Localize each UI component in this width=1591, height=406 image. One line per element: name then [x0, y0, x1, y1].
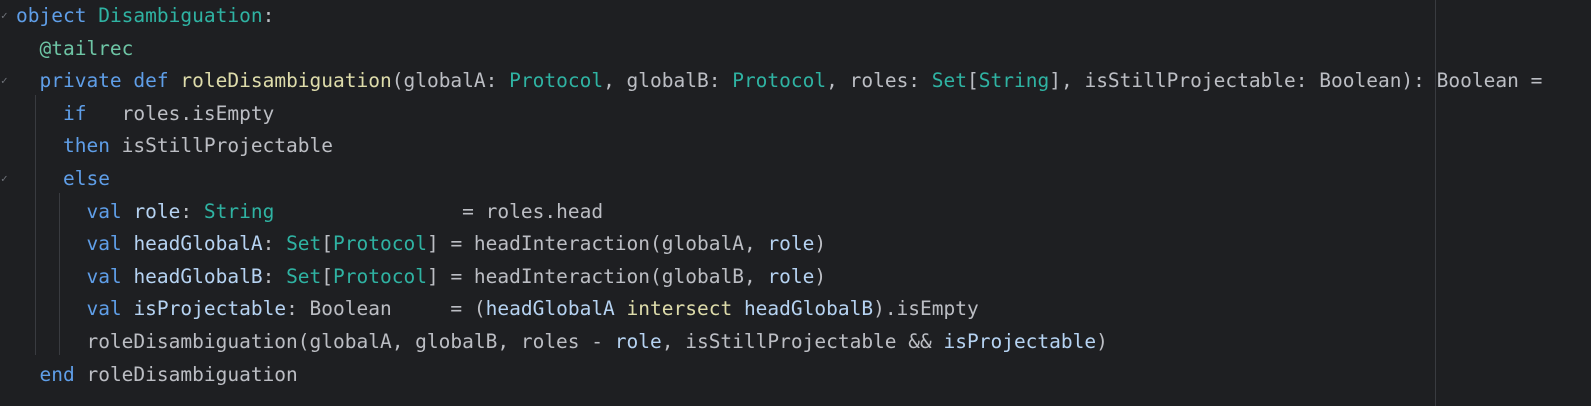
- code-line[interactable]: val isProjectable: Boolean = (headGlobal…: [16, 293, 1542, 326]
- code-token: = roles.head: [274, 199, 604, 223]
- code-token: [: [967, 69, 979, 93]
- code-token: if: [62, 101, 87, 125]
- code-token: Disambiguation: [98, 4, 263, 27]
- code-token: isProjectable: [943, 329, 1097, 353]
- code-line[interactable]: object Disambiguation:: [16, 0, 1542, 33]
- code-token: : Boolean = (: [286, 297, 486, 321]
- code-token: ): [814, 232, 827, 256]
- code-token: , isStillProjectable &&: [661, 329, 944, 353]
- code-token: :: [262, 264, 287, 288]
- code-token: @tailrec: [39, 36, 134, 60]
- code-token: def: [133, 69, 169, 93]
- code-token: Protocol: [509, 69, 604, 93]
- code-token: Protocol: [333, 232, 427, 256]
- code-token: end: [39, 362, 75, 386]
- code-line[interactable]: private def roleDisambiguation(globalA: …: [16, 65, 1542, 98]
- code-token: object: [16, 4, 87, 27]
- code-token: then: [62, 134, 110, 158]
- code-token: :: [262, 232, 287, 256]
- code-token: val: [86, 232, 122, 256]
- code-token: roleDisambiguation: [180, 69, 392, 93]
- code-token: (globalA:: [391, 69, 510, 93]
- code-token: intersect: [614, 297, 744, 321]
- code-line[interactable]: roleDisambiguation(globalA, globalB, rol…: [16, 326, 1542, 359]
- code-line[interactable]: then isStillProjectable: [16, 130, 1542, 163]
- fold-check-icon[interactable]: ✓: [1, 75, 11, 86]
- code-token: val: [86, 199, 122, 223]
- code-token: String: [203, 199, 275, 223]
- code-token: [: [321, 232, 334, 256]
- code-line[interactable]: if roles.isEmpty: [16, 98, 1542, 131]
- code-line[interactable]: val headGlobalB: Set[Protocol] = headInt…: [16, 261, 1542, 294]
- code-token: , roles:: [826, 69, 932, 93]
- code-line[interactable]: val role: String = roles.head: [16, 196, 1542, 229]
- code-token: else: [62, 166, 110, 190]
- code-token: ] = headInteraction(globalB,: [426, 264, 768, 288]
- code-area[interactable]: object Disambiguation: @tailrec private …: [16, 0, 1542, 391]
- code-token: isStillProjectable: [109, 134, 333, 158]
- code-editor[interactable]: ✓ ✓ ✓ object Disambiguation: @tailrec pr…: [0, 0, 1591, 406]
- code-token: Protocol: [732, 69, 827, 93]
- code-token: ): [814, 264, 827, 288]
- code-token: role: [614, 329, 662, 353]
- code-line[interactable]: @tailrec: [16, 33, 1542, 66]
- code-token: :: [262, 4, 275, 27]
- code-line[interactable]: else: [16, 163, 1542, 196]
- code-token: roles.isEmpty: [86, 101, 275, 125]
- code-token: , globalB:: [603, 69, 733, 93]
- code-token: :: [180, 199, 204, 223]
- code-token: [: [321, 264, 334, 288]
- code-token: ): [1096, 329, 1108, 353]
- code-token: Set: [931, 69, 968, 93]
- fold-check-icon[interactable]: ✓: [1, 173, 11, 184]
- fold-check-icon[interactable]: ✓: [1, 10, 11, 21]
- code-token: isProjectable: [133, 297, 287, 321]
- code-line[interactable]: end roleDisambiguation: [16, 359, 1542, 392]
- code-token: role: [767, 232, 815, 256]
- code-token: ], isStillProjectable: Boolean): Boolean…: [1049, 69, 1543, 93]
- code-line[interactable]: val headGlobalA: Set[Protocol] = headInt…: [16, 228, 1542, 261]
- code-token: Set: [286, 232, 322, 256]
- code-token: headGlobalB: [743, 297, 874, 321]
- code-token: Protocol: [333, 264, 427, 288]
- code-token: roleDisambiguation: [74, 362, 298, 386]
- code-token: ).isEmpty: [873, 297, 979, 321]
- code-token: val: [86, 297, 122, 321]
- code-token: role: [767, 264, 815, 288]
- editor-gutter: ✓ ✓ ✓: [0, 0, 14, 406]
- code-token: headGlobalB: [133, 264, 263, 288]
- code-token: val: [86, 264, 122, 288]
- code-token: role: [133, 199, 181, 223]
- code-token: headGlobalA: [485, 297, 615, 321]
- code-token: String: [978, 69, 1050, 93]
- code-token: headGlobalA: [133, 232, 263, 256]
- code-token: roleDisambiguation(globalA, globalB, rol…: [86, 329, 615, 353]
- code-token: ] = headInteraction(globalA,: [426, 232, 768, 256]
- code-token: Set: [286, 264, 322, 288]
- code-token: private: [39, 69, 122, 93]
